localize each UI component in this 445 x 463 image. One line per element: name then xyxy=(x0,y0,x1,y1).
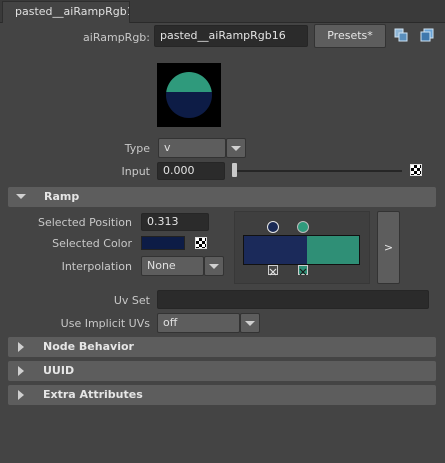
expand-arrow-icon xyxy=(18,342,24,352)
type-label: Type xyxy=(124,142,150,155)
section-uuid[interactable]: UUID xyxy=(8,361,436,381)
type-dropdown-arrow[interactable] xyxy=(226,138,246,158)
tab-node[interactable]: pasted__aiRampRgb16 xyxy=(2,1,130,23)
input-map-button[interactable] xyxy=(410,164,422,176)
use-implicit-uvs-dropdown-arrow[interactable] xyxy=(240,313,260,333)
uv-set-field[interactable] xyxy=(157,290,429,309)
chevron-down-icon xyxy=(245,321,255,326)
ramp-segment-left xyxy=(244,236,307,264)
uv-set-label: Uv Set xyxy=(113,294,150,307)
interpolation-label: Interpolation xyxy=(61,260,132,273)
copy-tab-icon[interactable] xyxy=(420,28,434,42)
section-node-behavior[interactable]: Node Behavior xyxy=(8,337,436,357)
selected-color-swatch[interactable] xyxy=(141,236,185,250)
use-implicit-uvs-label: Use Implicit UVs xyxy=(60,317,150,330)
node-name-field[interactable]: pasted__aiRampRgb16 xyxy=(154,25,308,47)
ramp-segment-right xyxy=(307,236,359,264)
node-type-label: aiRampRgb: xyxy=(83,31,150,44)
delete-handle-0-icon[interactable] xyxy=(268,265,278,276)
swatch-preview xyxy=(157,63,221,127)
section-title: Extra Attributes xyxy=(43,388,143,401)
chevron-down-icon xyxy=(231,146,241,151)
interpolation-dropdown-arrow[interactable] xyxy=(204,256,224,276)
section-title: Node Behavior xyxy=(43,340,134,353)
ramp-section-header[interactable]: Ramp xyxy=(8,187,436,207)
show-input-output-icon[interactable] xyxy=(394,28,408,42)
use-implicit-uvs-dropdown[interactable]: off xyxy=(157,313,240,333)
ramp-section-title: Ramp xyxy=(44,190,80,203)
ramp-color-bar[interactable] xyxy=(243,235,360,265)
section-extra-attributes[interactable]: Extra Attributes xyxy=(8,385,436,405)
ramp-handle-0[interactable] xyxy=(267,221,279,233)
section-title: UUID xyxy=(43,364,75,377)
selected-color-label: Selected Color xyxy=(52,237,132,250)
empty-area xyxy=(0,408,445,463)
expand-arrow-icon xyxy=(18,390,24,400)
type-dropdown[interactable]: v xyxy=(158,138,226,158)
interpolation-dropdown[interactable]: None xyxy=(141,256,204,276)
ramp-handle-1[interactable] xyxy=(297,221,309,233)
input-slider-track[interactable] xyxy=(232,170,402,172)
tab-label: pasted__aiRampRgb16 xyxy=(15,5,130,18)
delete-handle-1-icon[interactable] xyxy=(298,265,308,276)
selected-position-label: Selected Position xyxy=(37,216,132,229)
input-label: Input xyxy=(121,165,150,178)
collapse-arrow-icon xyxy=(16,194,26,199)
input-slider-handle[interactable] xyxy=(232,163,237,177)
input-field[interactable]: 0.000 xyxy=(157,162,225,180)
ramp-expand-button[interactable]: > xyxy=(377,211,400,284)
presets-button[interactable]: Presets* xyxy=(314,24,386,48)
selected-position-field[interactable]: 0.313 xyxy=(141,213,209,231)
expand-arrow-icon xyxy=(18,366,24,376)
chevron-down-icon xyxy=(209,264,219,269)
selected-color-map-button[interactable] xyxy=(195,237,207,249)
